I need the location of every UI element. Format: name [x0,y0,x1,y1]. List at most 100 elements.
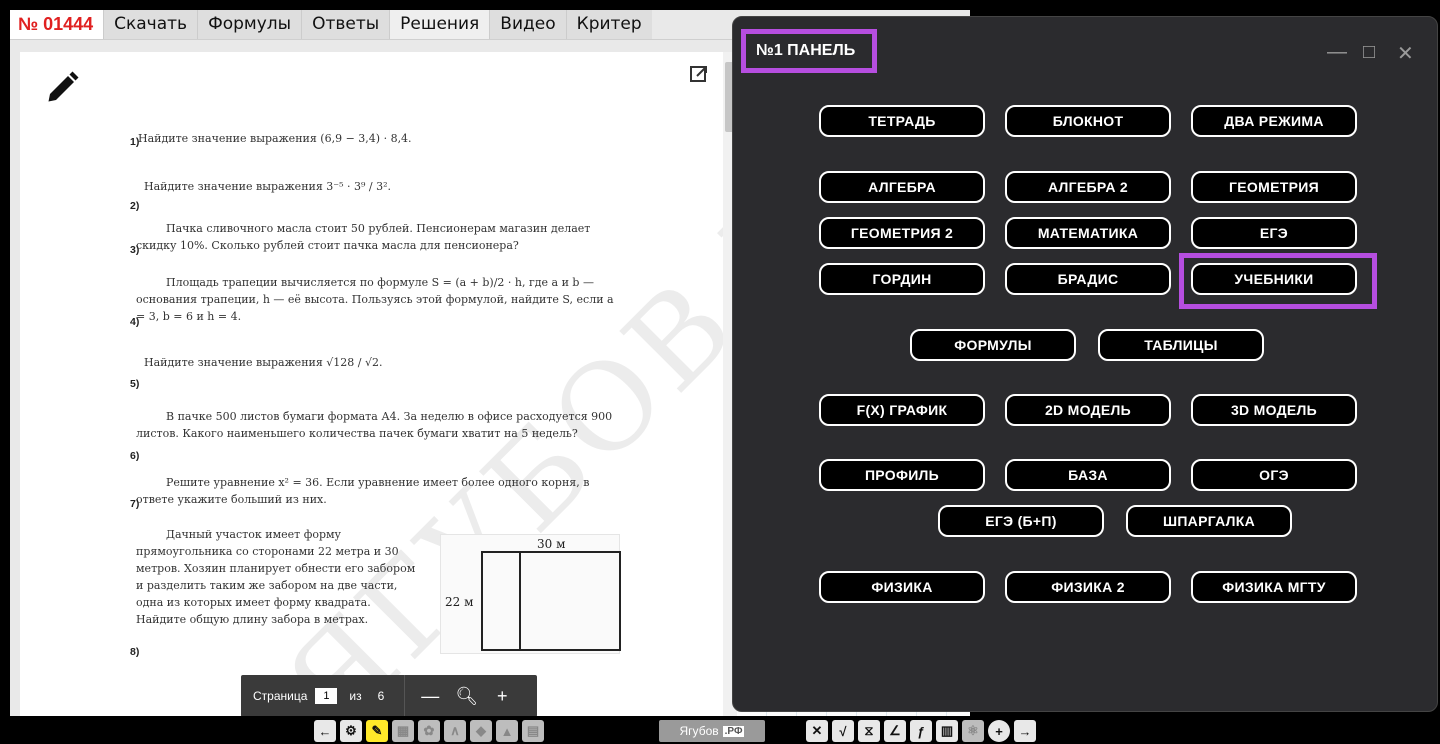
open-external-icon[interactable] [689,64,709,84]
problem-6: 6) В пачке 500 листов бумаги формата А4.… [130,408,618,462]
problem-3: 3) Пачка сливочного масла стоит 50 рубле… [130,220,618,256]
problem-text: Найдите значение выражения (6,9 − 3,4) ·… [138,132,412,145]
problem-number: 6) [130,450,140,462]
panel-window: №1 ПАНЕЛЬ — □ ✕ ТЕТРАДЬ БЛОКНОТ ДВА РЕЖИ… [732,16,1438,712]
button-shpargalka[interactable]: ШПАРГАЛКА [1126,505,1292,537]
button-uchebniki[interactable]: УЧЕБНИКИ [1191,263,1357,295]
button-bloknot[interactable]: БЛОКНОТ [1005,105,1171,137]
problem-number: 7) [130,498,140,510]
fx-icon[interactable]: ƒ [910,720,932,742]
problem-4: 4) Площадь трапеции вычисляется по форму… [130,274,618,328]
problem-number: 4) [130,316,140,328]
button-fx-grafik[interactable]: F(X) ГРАФИК [819,394,985,426]
arrow-left-icon[interactable]: ← [314,720,336,742]
bottom-toolbar: ← ⚙ ✎ ▦ ✿ ∧ ◆ ▲ ▤ Ягубов .РФ ✕ √ ⧖ ∠ ƒ ▥… [0,718,1440,744]
page-input[interactable]: 1 [315,688,338,704]
tab-video[interactable]: Видео [489,10,566,39]
graph-icon[interactable]: ∧ [444,720,466,742]
problem-number: 5) [130,378,140,390]
button-bradis[interactable]: БРАДИС [1005,263,1171,295]
problem-text: Найдите значение выражения 3⁻⁵ · 3⁹ / 3²… [144,180,392,193]
button-fizika-mgtu[interactable]: ФИЗИКА МГТУ [1191,571,1357,603]
brand-label: Ягубов .РФ [659,720,765,742]
problem-5: 5) Найдите значение выражения √128 / √2. [130,354,444,390]
document-page: ЯГУБОВ.РФ 1) Найдите значение выражения … [20,52,723,716]
figure-left-label: 22 м [445,595,474,609]
zoom-in-button[interactable]: + [491,686,513,707]
panel-title: №1 ПАНЕЛЬ [741,29,877,73]
app-root: № 01444 Скачать Формулы Ответы Решения В… [0,0,1440,744]
figure-divider [519,551,521,651]
figure-top-label: 30 м [537,537,566,551]
button-ege[interactable]: ЕГЭ [1191,217,1357,249]
button-dva-rezhima[interactable]: ДВА РЕЖИМА [1191,105,1357,137]
problem-text: Пачка сливочного масла стоит 50 рублей. … [136,222,591,253]
problem-text: Дачный участок имеет форму прямоугольник… [136,528,416,627]
button-baza[interactable]: БАЗА [1005,459,1171,491]
divider [404,675,406,716]
maximize-icon[interactable]: □ [1363,41,1375,64]
button-profil[interactable]: ПРОФИЛЬ [819,459,985,491]
notebook-icon[interactable]: ▤ [522,720,544,742]
brand-name: Ягубов [679,724,719,738]
problem-text: В пачке 500 листов бумаги формата А4. За… [136,410,613,441]
tab-download[interactable]: Скачать [103,10,198,39]
problem-number: 3) [130,244,140,256]
button-tablicy[interactable]: ТАБЛИЦЫ [1098,329,1264,361]
problem-number: 1) [130,136,140,148]
button-matematika[interactable]: МАТЕМАТИКА [1005,217,1171,249]
button-ege-bp[interactable]: ЕГЭ (Б+П) [938,505,1104,537]
button-fizika[interactable]: ФИЗИКА [819,571,985,603]
problem-1: 1) Найдите значение выражения (6,9 − 3,4… [130,130,618,148]
button-algebra[interactable]: АЛГЕБРА [819,171,985,203]
button-fizika-2[interactable]: ФИЗИКА 2 [1005,571,1171,603]
tab-criteria[interactable]: Критер [565,10,652,39]
problem-number: 2) [130,200,140,212]
atom-icon[interactable]: ⚛ [962,720,984,742]
problem-2: 2) Найдите значение выражения 3⁻⁵ · 3⁹ /… [130,178,444,212]
brain-icon[interactable]: ✿ [418,720,440,742]
triangle-icon[interactable]: ▲ [496,720,518,742]
button-formuly[interactable]: ФОРМУЛЫ [910,329,1076,361]
problem-7: 7) Решите уравнение x² = 36. Если уравне… [130,474,618,510]
plus-circle-icon[interactable]: + [988,720,1010,742]
problem-8: 8) Дачный участок имеет форму прямоуголь… [130,526,422,658]
button-geometria[interactable]: ГЕОМЕТРИЯ [1191,171,1357,203]
arrow-right-icon[interactable]: → [1014,720,1036,742]
problem-text: Найдите значение выражения √128 / √2. [144,356,383,369]
variant-number: № 01444 [10,10,104,39]
page-controls: Страница 1 из 6 — 🔍︎ + [241,675,537,716]
hourglass-icon[interactable]: ⧖ [858,720,880,742]
tab-formulas[interactable]: Формулы [197,10,302,39]
button-gordin[interactable]: ГОРДИН [819,263,985,295]
calculator-icon[interactable]: ▦ [392,720,414,742]
page-label: Страница [253,689,308,703]
shape-icon[interactable]: ◆ [470,720,492,742]
zoom-icon[interactable]: 🔍︎ [455,686,478,707]
gear-icon[interactable]: ⚙ [340,720,362,742]
pencil-icon[interactable] [44,70,80,106]
page-of: из [349,689,362,703]
tab-solutions[interactable]: Решения [389,10,490,39]
brand-suffix: .РФ [722,725,745,737]
button-oge[interactable]: ОГЭ [1191,459,1357,491]
close-icon[interactable]: ✕ [806,720,828,742]
pencil-icon[interactable]: ✎ [366,720,388,742]
figure-rectangle [481,551,621,651]
zoom-out-button[interactable]: — [419,686,441,707]
tab-answers[interactable]: Ответы [301,10,390,39]
button-algebra-2[interactable]: АЛГЕБРА 2 [1005,171,1171,203]
minimize-icon[interactable]: — [1327,41,1347,64]
button-geometria-2[interactable]: ГЕОМЕТРИЯ 2 [819,217,985,249]
angle-icon[interactable]: ∠ [884,720,906,742]
close-icon[interactable]: ✕ [1397,41,1414,66]
button-3d-model[interactable]: 3D МОДЕЛЬ [1191,394,1357,426]
page-total: 6 [377,689,385,703]
plot-figure: 30 м 22 м [440,534,621,654]
button-tetrad[interactable]: ТЕТРАДЬ [819,105,985,137]
clipboard-icon[interactable]: ▥ [936,720,958,742]
button-2d-model[interactable]: 2D МОДЕЛЬ [1005,394,1171,426]
sqrt-icon[interactable]: √ [832,720,854,742]
problem-text: Решите уравнение x² = 36. Если уравнение… [136,476,590,507]
problem-number: 8) [130,646,140,658]
